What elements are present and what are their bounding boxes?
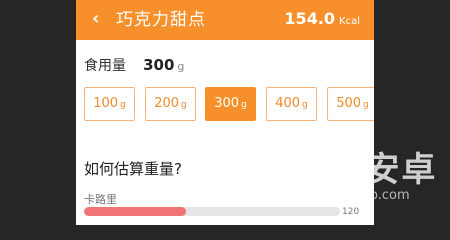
calorie-value: 154.0 <box>284 9 336 28</box>
calorie-bar-label: 卡路里 <box>84 193 117 206</box>
back-arrow-icon[interactable]: ‹ <box>92 9 99 29</box>
calorie-unit: Kcal <box>339 16 360 27</box>
option-unit: g <box>241 100 247 110</box>
site-watermark: 99安卓 99anzhuo.com <box>262 120 450 220</box>
amount-option-200[interactable]: 200 g <box>145 87 196 121</box>
serving-amount-row: 食用量 300 g <box>84 55 184 75</box>
watermark-url: 99anzhuo.com <box>314 188 410 203</box>
option-unit: g <box>302 100 308 110</box>
option-amount: 200 <box>154 96 180 111</box>
option-amount: 300 <box>214 96 240 111</box>
food-title: 巧克力甜点 <box>116 10 206 30</box>
watermark-logo-text: 99安卓 <box>314 150 438 190</box>
mascot-logo-icon <box>262 128 306 198</box>
estimate-weight-link[interactable]: 如何估算重量? <box>84 158 182 179</box>
option-amount: 500 <box>336 96 362 111</box>
serving-value: 300 <box>143 56 175 74</box>
calorie-total: 154.0 Kcal <box>284 9 360 28</box>
amount-option-400[interactable]: 400 g <box>266 87 317 121</box>
serving-unit: g <box>177 60 185 73</box>
option-unit: g <box>181 100 187 110</box>
serving-label: 食用量 <box>84 58 126 74</box>
option-unit: g <box>120 100 126 110</box>
option-amount: 400 <box>275 96 301 111</box>
amount-option-500[interactable]: 500 g <box>327 87 374 121</box>
option-unit: g <box>363 100 369 110</box>
top-bar: ‹ 巧克力甜点 154.0 Kcal <box>76 0 374 40</box>
calorie-progress-fill <box>84 207 187 216</box>
amount-option-300[interactable]: 300 g <box>205 87 256 121</box>
option-amount: 100 <box>93 96 119 111</box>
amount-option-100[interactable]: 100 g <box>84 87 135 121</box>
